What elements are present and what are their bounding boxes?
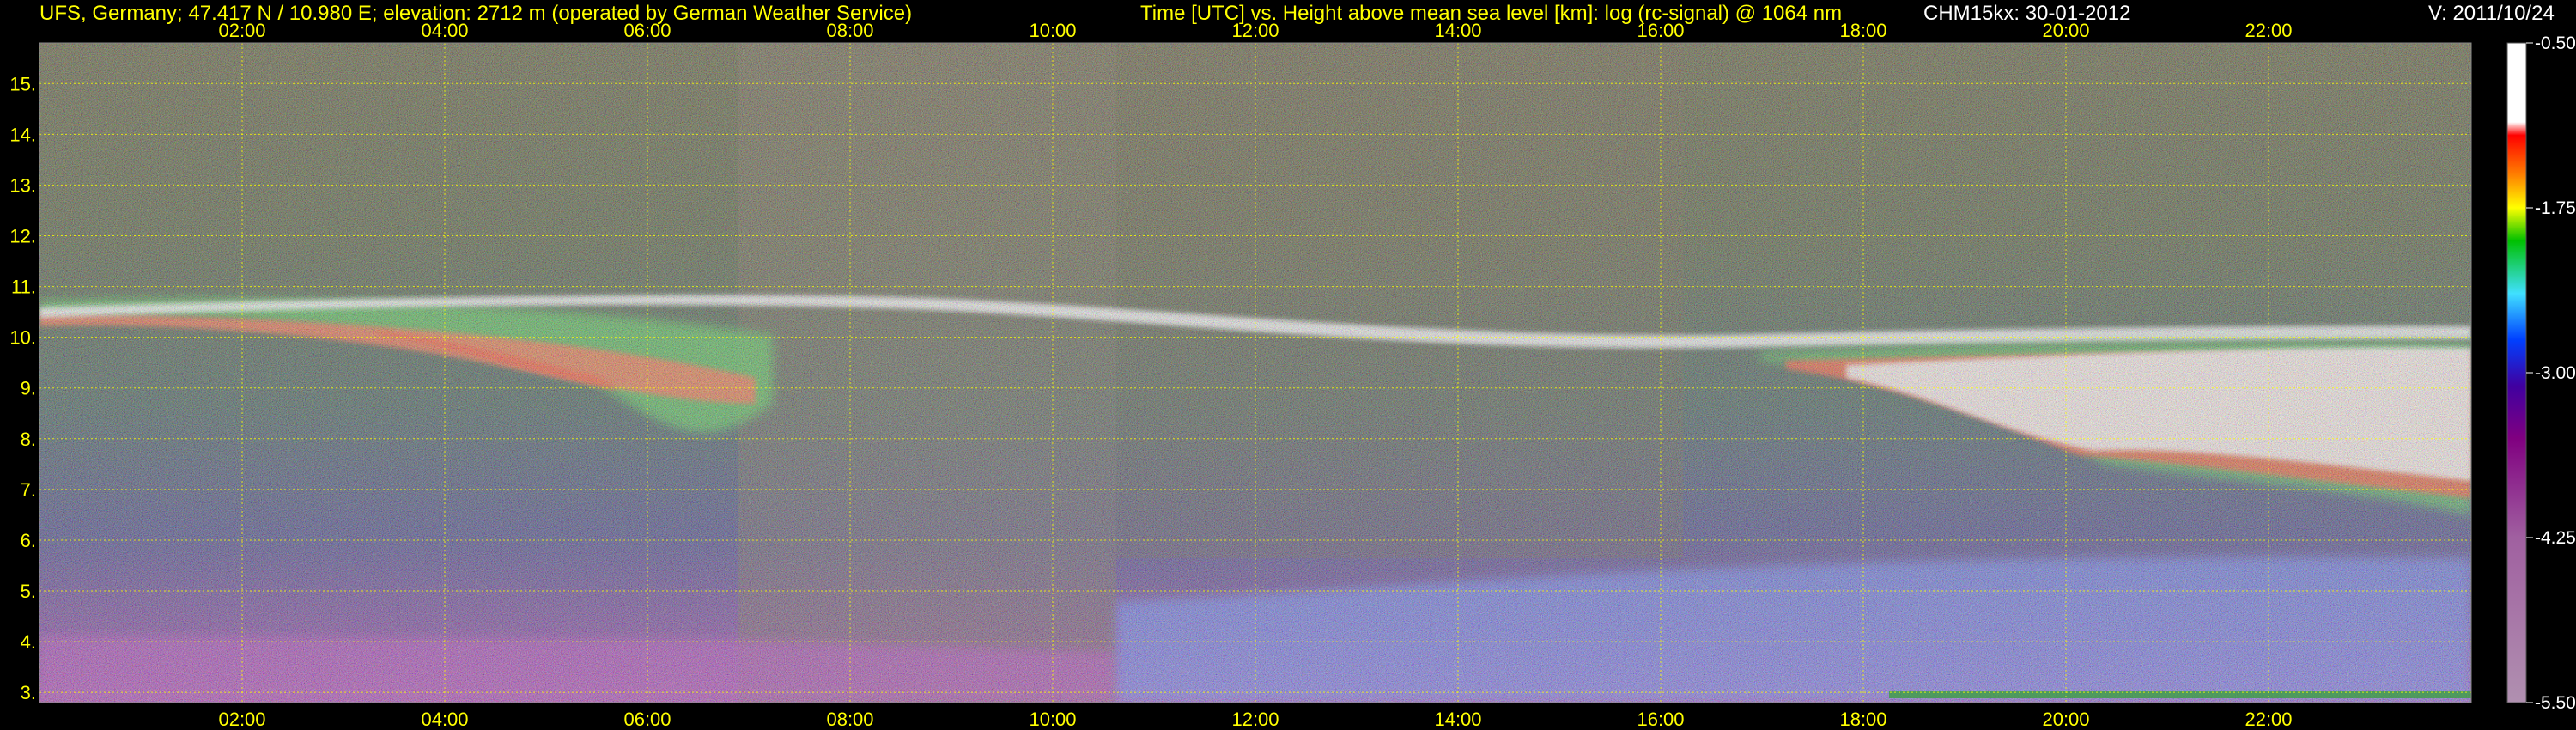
- colorbar-tick-label: -1.75: [2535, 198, 2576, 218]
- x-tick-label: 16:00: [1637, 709, 1684, 730]
- x-tick-label: 14:00: [1434, 709, 1481, 730]
- x-tick-label: 08:00: [826, 709, 873, 730]
- y-tick-label: 15.: [9, 73, 36, 94]
- x-tick-label: 12:00: [1231, 20, 1279, 41]
- y-tick-label: 11.: [11, 277, 36, 298]
- x-tick-label: 08:00: [826, 20, 873, 41]
- ceilometer-chart: UFS, Germany; 47.417 N / 10.980 E; eleva…: [9, 2, 2576, 730]
- y-tick-label: 9.: [21, 378, 36, 399]
- y-axis: 3. 4. 5. 6. 7. 8. 9. 10. 11. 12. 13. 14. 15.: [9, 73, 36, 703]
- y-tick-label: 12.: [9, 225, 36, 246]
- x-tick-label: 02:00: [218, 709, 265, 730]
- y-tick-label: 13.: [9, 174, 36, 196]
- x-tick-label: 14:00: [1434, 20, 1481, 41]
- x-tick-label: 20:00: [2042, 20, 2089, 41]
- x-tick-label: 02:00: [218, 20, 265, 41]
- x-tick-label: 16:00: [1637, 20, 1684, 41]
- header-instrument-date: CHM15kx: 30-01-2012: [1923, 2, 2130, 25]
- x-tick-label: 22:00: [2245, 709, 2292, 730]
- x-tick-label: 10:00: [1029, 20, 1076, 41]
- x-tick-label: 18:00: [1839, 20, 1886, 41]
- x-tick-label: 12:00: [1231, 709, 1279, 730]
- y-tick-label: 7.: [21, 479, 36, 501]
- x-tick-label: 10:00: [1029, 709, 1076, 730]
- x-tick-label: 04:00: [421, 20, 468, 41]
- colorbar: [2506, 42, 2527, 703]
- x-tick-label: 22:00: [2245, 20, 2292, 41]
- y-tick-label: 5.: [21, 581, 36, 602]
- header-location: UFS, Germany; 47.417 N / 10.980 E; eleva…: [39, 2, 912, 25]
- header-version: V: 2011/10/24: [2428, 2, 2555, 25]
- x-tick-label: 18:00: [1839, 709, 1886, 730]
- colorbar-tick-label: -3.00: [2535, 363, 2576, 383]
- y-tick-label: 14.: [9, 124, 36, 145]
- x-axis-bottom: 02:00 04:00 06:00 08:00 10:00 12:00 14:00 16:00…: [218, 709, 2292, 730]
- y-tick-label: 6.: [21, 530, 36, 551]
- x-tick-label: 06:00: [623, 20, 671, 41]
- colorbar-tick-label: -0.50: [2535, 33, 2576, 53]
- colorbar-tick-label: -4.25: [2535, 528, 2576, 548]
- colorbar-tick-label: -5.50: [2535, 693, 2576, 713]
- y-tick-label: 10.: [9, 327, 36, 349]
- y-tick-label: 4.: [21, 631, 36, 653]
- x-tick-label: 06:00: [623, 709, 671, 730]
- colorbar-ticks: -0.50 -1.75 -3.00 -4.25 -5.50: [2526, 33, 2576, 713]
- y-tick-label: 8.: [21, 429, 36, 450]
- x-tick-label: 04:00: [421, 709, 468, 730]
- x-tick-label: 20:00: [2042, 709, 2089, 730]
- y-tick-label: 3.: [21, 682, 36, 703]
